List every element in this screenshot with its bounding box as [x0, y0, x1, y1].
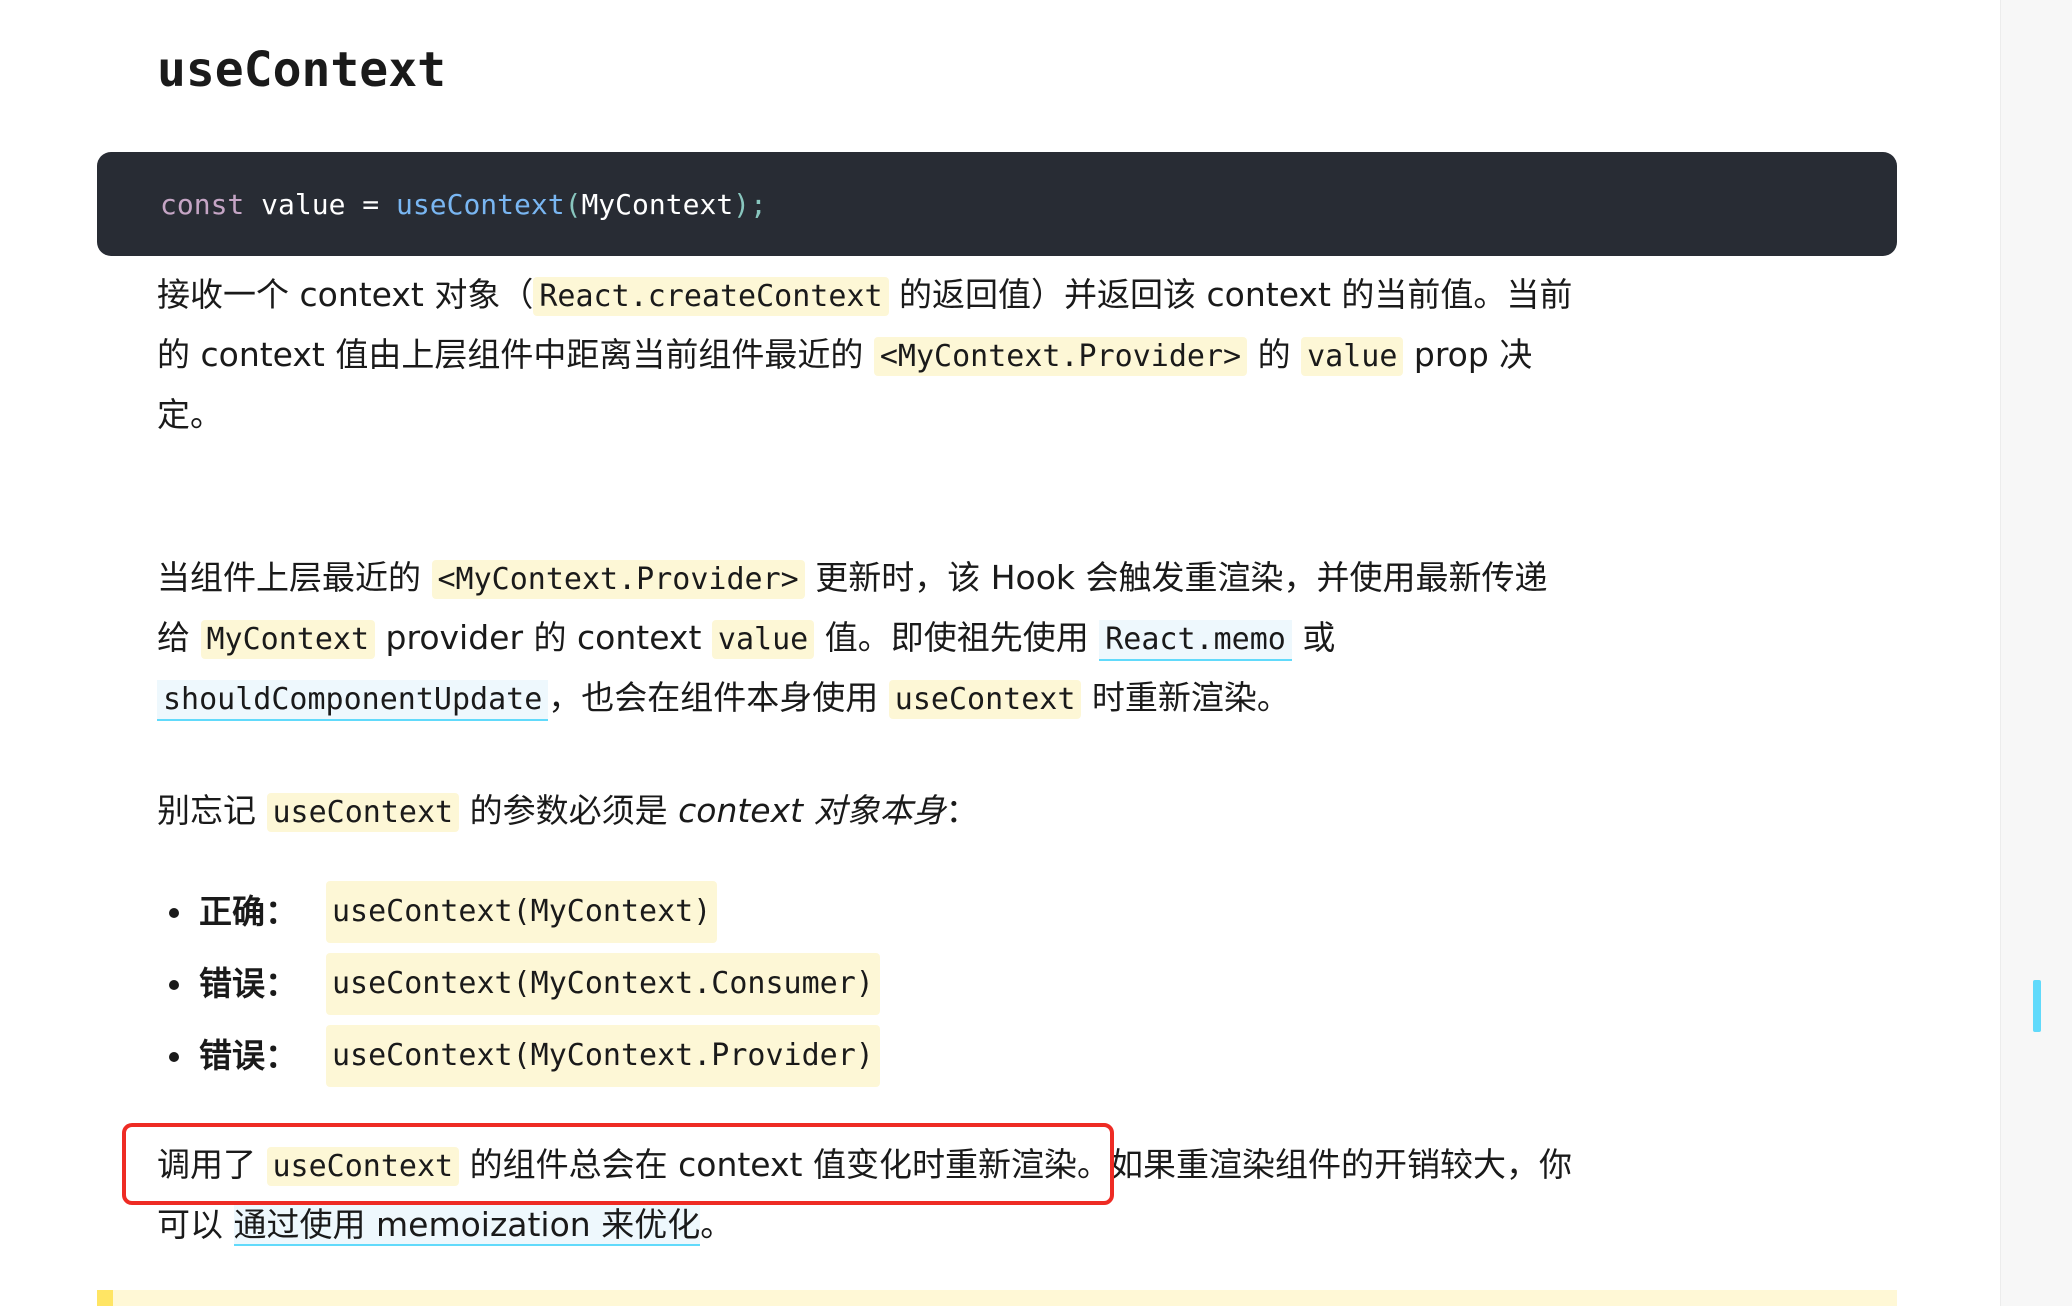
- code-paren-open: (: [564, 187, 582, 221]
- list-item: 错误： useContext(MyContext.Consumer): [157, 948, 880, 1020]
- paragraph-rerender: 当组件上层最近的 <MyContext.Provider> 更新时，该 Hook…: [157, 549, 1577, 729]
- text: 或: [1291, 618, 1336, 657]
- inline-code: <MyContext.Provider>: [431, 560, 805, 599]
- text: 时重新渲染。: [1081, 678, 1290, 717]
- text: ：: [945, 791, 979, 830]
- text: 的参数必须是: [459, 791, 668, 830]
- list-item-label: 错误：: [199, 1036, 298, 1075]
- inline-code: value: [711, 620, 815, 659]
- note-callout: [97, 1290, 1897, 1306]
- section-heading: useContext: [157, 42, 446, 98]
- text: 当组件上层最近的: [157, 558, 432, 597]
- list-item-label: 正确：: [199, 892, 298, 931]
- inline-code: useContext: [888, 680, 1082, 719]
- should-component-update-link[interactable]: shouldComponentUpdate: [157, 680, 549, 721]
- code-block: const value = useContext(MyContext);: [97, 152, 1897, 256]
- red-highlight-annotation: [122, 1123, 1114, 1205]
- inline-code: useContext: [266, 793, 460, 832]
- code-argument: MyContext: [581, 187, 734, 221]
- list-item: 错误： useContext(MyContext.Provider): [157, 1020, 880, 1092]
- code-variable: value =: [244, 187, 397, 221]
- text: 。: [700, 1205, 734, 1244]
- inline-code: useContext(MyContext.Provider): [326, 1025, 880, 1087]
- inline-code: <MyContext.Provider>: [873, 337, 1248, 376]
- list-item: 正确： useContext(MyContext): [157, 876, 880, 948]
- list-item-label: 错误：: [199, 964, 298, 1003]
- doc-content: useContext const value = useContext(MyCo…: [0, 0, 2000, 1306]
- right-sidebar: [2000, 0, 2072, 1306]
- usage-list: 正确： useContext(MyContext) 错误： useContext(M…: [157, 876, 880, 1092]
- text: 别忘记: [157, 791, 267, 830]
- text: ，也会在组件本身使用: [548, 678, 889, 717]
- react-memo-link[interactable]: React.memo: [1099, 620, 1292, 661]
- inline-code: MyContext: [200, 620, 376, 659]
- inline-code: React.createContext: [533, 277, 889, 316]
- code-paren-close: );: [733, 187, 767, 221]
- paragraph-argument-note: 别忘记 useContext 的参数必须是 context 对象本身：: [157, 782, 1577, 842]
- text: provider 的 context: [375, 618, 712, 657]
- text: 接收一个 context 对象（: [157, 275, 534, 314]
- paragraph-description: 接收一个 context 对象（ React.createContext 的返回值…: [157, 266, 1577, 444]
- inline-code: value: [1301, 337, 1404, 376]
- inline-code: useContext(MyContext): [326, 881, 718, 943]
- text: 的: [1247, 335, 1302, 374]
- code-function: useContext: [396, 187, 565, 221]
- text: 值。即使祖先使用: [814, 618, 1100, 657]
- code-keyword: const: [160, 187, 245, 221]
- memoization-link[interactable]: 通过使用 memoization 来优化: [233, 1205, 701, 1246]
- emphasis-text: context 对象本身: [667, 791, 946, 830]
- toc-scroll-indicator[interactable]: [2033, 980, 2041, 1032]
- inline-code: useContext(MyContext.Consumer): [326, 953, 880, 1015]
